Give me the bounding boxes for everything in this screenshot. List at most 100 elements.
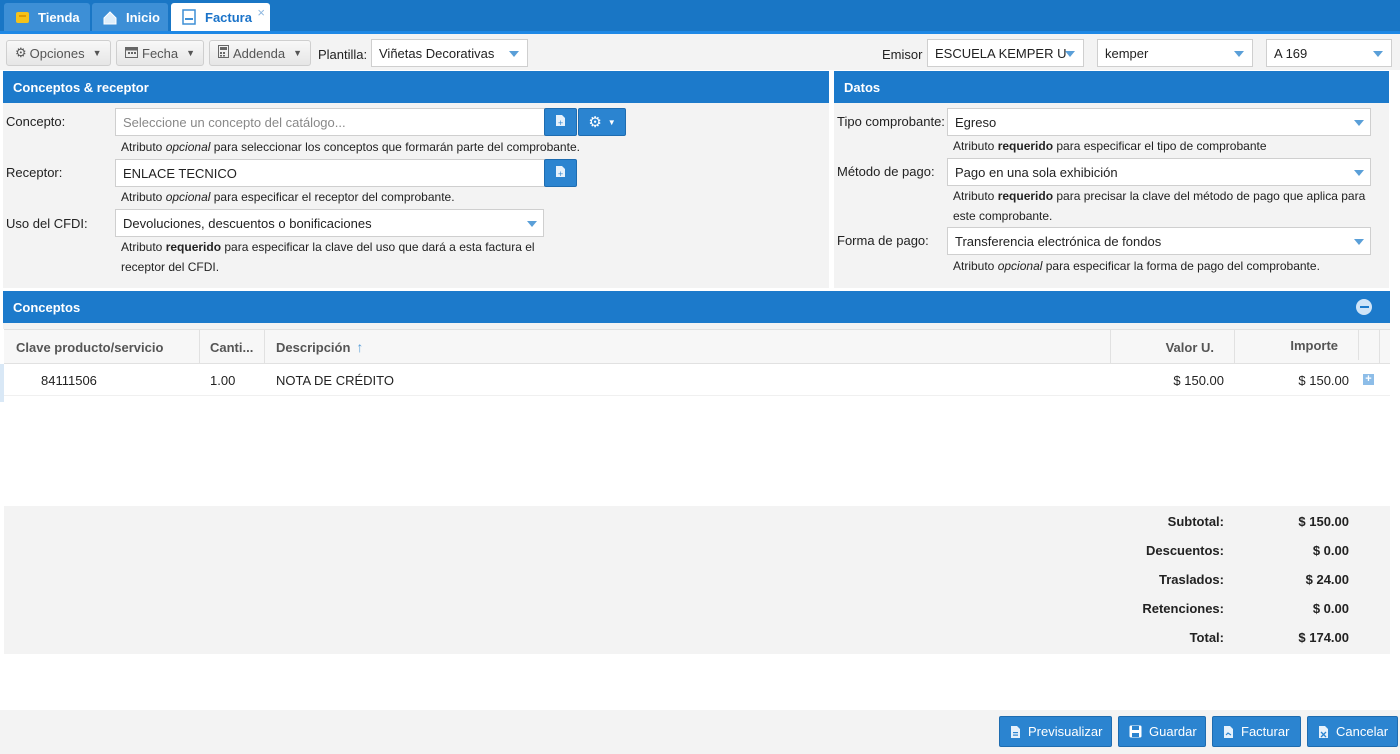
cell-cantidad: 1.00 (210, 372, 236, 388)
previsualizar-button[interactable]: Previsualizar (999, 716, 1112, 747)
serie-select[interactable]: A 169 (1266, 39, 1392, 67)
user-value: kemper (1105, 45, 1149, 61)
concepto-input[interactable]: Seleccione un concepto del catálogo... (115, 108, 545, 136)
cancelar-button[interactable]: Cancelar (1307, 716, 1398, 747)
table-header: Clave producto/servicio Canti... Descrip… (4, 329, 1390, 364)
dropdown-arrow-icon (509, 51, 519, 57)
gear-icon: ⚙ (588, 114, 602, 131)
emisor-select[interactable]: ESCUELA KEMPER U (927, 39, 1084, 67)
fecha-button[interactable]: Fecha ▼ (116, 40, 204, 66)
metodo-pago-label: Método de pago: (837, 164, 935, 179)
dropdown-arrow-icon (1354, 239, 1364, 245)
caret-down-icon: ▼ (186, 48, 196, 58)
caret-down-icon: ▼ (293, 48, 302, 58)
opciones-label: Opciones (29, 45, 85, 61)
cell-valor: $ 150.00 (1173, 372, 1224, 388)
subtotal-label: Subtotal: (1167, 514, 1224, 529)
dropdown-arrow-icon (1354, 120, 1364, 126)
metodo-pago-select[interactable]: Pago en una sola exhibición (947, 158, 1371, 186)
calculator-icon (218, 45, 229, 61)
conceptos-header: Conceptos (3, 291, 1390, 323)
sort-ascending-icon: ↑ (356, 339, 364, 355)
col-actions (1359, 330, 1380, 364)
uso-cfdi-help: Atributo requerido para especificar la c… (121, 240, 535, 274)
row-separator (4, 395, 1390, 396)
panel-header: Conceptos & receptor (3, 71, 829, 103)
emisor-value: ESCUELA KEMPER U (935, 45, 1067, 61)
invoice-document-icon (1223, 725, 1234, 739)
totals-panel: Subtotal: $ 150.00 Descuentos: $ 0.00 Tr… (4, 506, 1390, 654)
conceptos-receptor-panel: Conceptos & receptor Concepto: Seleccion… (3, 71, 829, 288)
uso-cfdi-select[interactable]: Devoluciones, descuentos o bonificacione… (115, 209, 544, 237)
collapse-icon[interactable] (1356, 299, 1372, 315)
concepto-help: Atributo opcional para seleccionar los c… (121, 140, 580, 154)
tipo-comprobante-label: Tipo comprobante: (837, 114, 945, 129)
expand-row-icon[interactable]: + (1363, 374, 1374, 385)
subtotal-value: $ 150.00 (1298, 514, 1349, 529)
emisor-label: Emisor (882, 47, 923, 62)
panel-header: Datos (834, 71, 1389, 103)
receptor-input[interactable]: ENLACE TECNICO (115, 159, 545, 187)
concepto-settings-button[interactable]: ⚙ ▼ (578, 108, 626, 136)
metodo-pago-value: Pago en una sola exhibición (955, 164, 1118, 180)
preview-document-icon (1010, 725, 1021, 739)
svg-text:+: + (558, 119, 564, 127)
dropdown-arrow-icon (1373, 51, 1383, 57)
invoice-icon (181, 9, 197, 25)
dropdown-arrow-icon (1234, 51, 1244, 57)
descuentos-label: Descuentos: (1145, 543, 1224, 558)
addenda-button[interactable]: Addenda ▼ (209, 40, 311, 66)
col-cantidad[interactable]: Canti... (200, 330, 265, 364)
metodo-pago-help: Atributo requerido para precisar la clav… (953, 189, 1366, 223)
add-concepto-button[interactable]: + (544, 108, 577, 136)
add-document-icon: + (555, 114, 566, 130)
tipo-comprobante-help: Atributo requerido para especificar el t… (953, 139, 1267, 153)
tab-bar: Tienda Inicio Factura × (0, 0, 1400, 34)
footer-bar: Previsualizar Guardar Facturar Cancelar (0, 710, 1400, 754)
addenda-label: Addenda (233, 45, 286, 61)
forma-pago-label: Forma de pago: (837, 233, 929, 248)
close-icon[interactable]: × (257, 5, 265, 20)
forma-pago-select[interactable]: Transferencia electrónica de fondos (947, 227, 1371, 255)
add-receptor-button[interactable]: + (544, 159, 577, 187)
retenciones-value: $ 0.00 (1312, 601, 1349, 616)
add-document-icon: + (555, 165, 566, 181)
conceptos-title: Conceptos (13, 299, 81, 315)
user-select[interactable]: kemper (1097, 39, 1253, 67)
store-icon (14, 9, 30, 25)
tab-factura[interactable]: Factura × (171, 3, 270, 31)
tab-inicio[interactable]: Inicio (92, 3, 168, 31)
tipo-comprobante-select[interactable]: Egreso (947, 108, 1371, 136)
caret-down-icon: ▼ (607, 117, 616, 127)
col-valor[interactable]: Valor U. (1111, 330, 1235, 364)
receptor-value: ENLACE TECNICO (123, 165, 237, 181)
total-value: $ 174.00 (1298, 630, 1349, 645)
dropdown-arrow-icon (1065, 51, 1075, 57)
traslados-label: Traslados: (1158, 572, 1224, 587)
col-clave[interactable]: Clave producto/servicio (4, 330, 200, 364)
cell-importe: $ 150.00 (1298, 372, 1349, 388)
col-descripcion[interactable]: Descripción ↑ (265, 330, 1111, 364)
concepto-label: Concepto: (6, 114, 66, 129)
guardar-button[interactable]: Guardar (1118, 716, 1206, 747)
tab-label: Inicio (126, 9, 160, 25)
cell-clave: 84111506 (41, 372, 97, 388)
toolbar: ⚙ Opciones ▼ Fecha ▼ Addenda ▼ Plantilla… (0, 34, 1400, 70)
forma-pago-value: Transferencia electrónica de fondos (955, 233, 1162, 249)
tab-tienda[interactable]: Tienda (4, 3, 90, 31)
dropdown-arrow-icon (1354, 170, 1364, 176)
caret-down-icon: ▼ (92, 48, 102, 58)
plantilla-value: Viñetas Decorativas (379, 45, 495, 61)
cell-descripcion: NOTA DE CRÉDITO (276, 372, 394, 388)
total-label: Total: (1189, 630, 1224, 645)
facturar-button[interactable]: Facturar (1212, 716, 1301, 747)
plantilla-select[interactable]: Viñetas Decorativas (371, 39, 528, 67)
opciones-button[interactable]: ⚙ Opciones ▼ (6, 40, 111, 66)
calendar-icon (125, 46, 138, 61)
traslados-value: $ 24.00 (1305, 572, 1349, 587)
receptor-label: Receptor: (6, 165, 63, 180)
receptor-help: Atributo opcional para especificar el re… (121, 190, 455, 204)
dropdown-arrow-icon (527, 221, 537, 227)
retenciones-label: Retenciones: (1142, 601, 1224, 616)
col-importe[interactable]: Importe (1235, 330, 1359, 360)
